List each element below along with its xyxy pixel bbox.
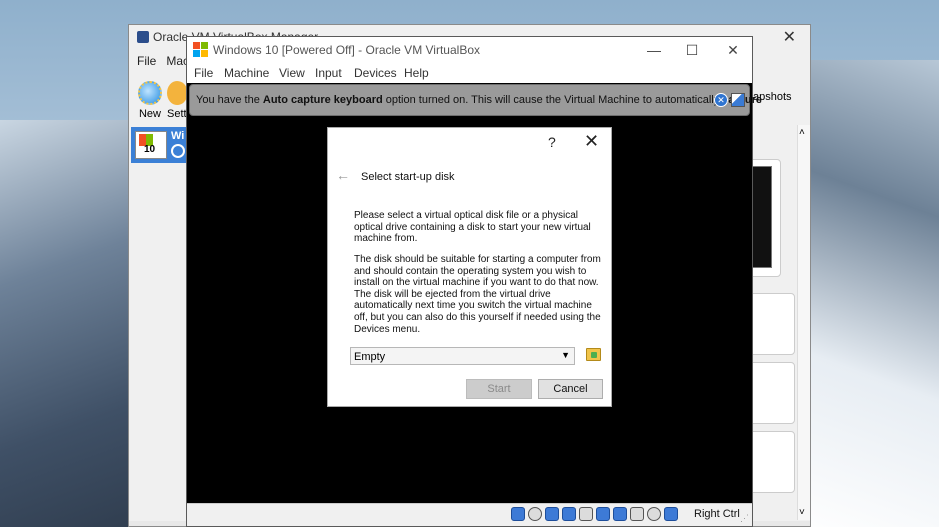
menu-help[interactable]: Help <box>404 66 429 80</box>
dialog-paragraph-1: Please select a virtual optical disk fil… <box>354 210 591 245</box>
resize-grip-icon[interactable]: ⋰ <box>740 513 749 524</box>
dialog-heading: Select start-up disk <box>361 171 455 183</box>
menu-machine[interactable]: Machine <box>224 66 269 80</box>
virtualbox-icon <box>193 42 209 58</box>
host-key-label: Right Ctrl <box>694 508 740 520</box>
usb-icon[interactable] <box>579 507 593 521</box>
chevron-down-icon[interactable]: ▼ <box>561 350 570 360</box>
settings-icon <box>167 81 187 105</box>
help-button[interactable]: ? <box>548 134 556 150</box>
virtualbox-icon <box>137 31 149 43</box>
vm-statusbar: Right Ctrl ⋰ <box>187 503 752 526</box>
select-startup-disk-dialog: ? ✕ ← Select start-up disk Please select… <box>327 127 612 407</box>
audio-icon[interactable] <box>545 507 559 521</box>
dialog-paragraph-2: The disk should be suitable for starting… <box>354 254 601 335</box>
auto-capture-banner: You have the Auto capture keyboard optio… <box>189 84 762 116</box>
video-capture-icon[interactable] <box>630 507 644 521</box>
menu-input[interactable]: Input <box>315 66 342 80</box>
scroll-down-icon[interactable]: ˅ <box>799 507 805 518</box>
minimize-icon[interactable]: — <box>645 41 663 59</box>
new-label: New <box>138 108 161 120</box>
new-icon <box>138 81 162 105</box>
menu-view[interactable]: View <box>279 66 305 80</box>
close-icon[interactable]: ✕ <box>724 41 742 59</box>
folder-open-icon[interactable] <box>586 348 601 361</box>
network-icon[interactable] <box>562 507 576 521</box>
dialog-close-button[interactable]: ✕ <box>584 131 599 152</box>
info-icon[interactable]: ✕ <box>714 93 728 107</box>
power-off-icon <box>171 144 185 158</box>
mouse-integration-icon[interactable] <box>731 93 745 107</box>
maximize-icon[interactable]: ☐ <box>683 41 701 59</box>
vm-titlebar: Windows 10 [Powered Off] - Oracle VM Vir… <box>187 37 752 63</box>
host-key-icon[interactable] <box>664 507 678 521</box>
vm-list-item-windows10[interactable]: 10 Wi <box>131 127 193 163</box>
optical-drive-icon[interactable] <box>528 507 542 521</box>
manager-menu-file[interactable]: File <box>137 54 156 68</box>
scroll-up-icon[interactable]: ˄ <box>799 127 805 138</box>
menu-devices[interactable]: Devices <box>354 66 397 80</box>
cpu-icon[interactable] <box>647 507 661 521</box>
manager-close-button[interactable]: ✕ <box>783 27 796 47</box>
start-button[interactable]: Start <box>466 379 532 399</box>
display-icon[interactable] <box>613 507 627 521</box>
vm-menubar: File Machine View Input Devices Help <box>187 63 752 83</box>
hard-disk-icon[interactable] <box>511 507 525 521</box>
banner-text: You have the Auto capture keyboard optio… <box>196 94 762 106</box>
disk-select-value: Empty <box>354 351 386 363</box>
new-button[interactable]: New <box>134 81 166 120</box>
shared-folders-icon[interactable] <box>596 507 610 521</box>
disk-select-combobox[interactable]: Empty ▼ <box>350 347 575 365</box>
menu-file[interactable]: File <box>194 66 213 80</box>
vm-list-item-name: Wi <box>171 130 185 142</box>
statusbar-device-icons <box>511 507 681 521</box>
manager-scrollbar[interactable]: ˄ ˅ <box>797 125 810 520</box>
cancel-button[interactable]: Cancel <box>538 379 603 399</box>
back-arrow-icon[interactable]: ← <box>336 167 350 183</box>
vm-window-title: Windows 10 [Powered Off] - Oracle VM Vir… <box>213 43 480 57</box>
windows10-os-icon: 10 <box>135 131 167 159</box>
